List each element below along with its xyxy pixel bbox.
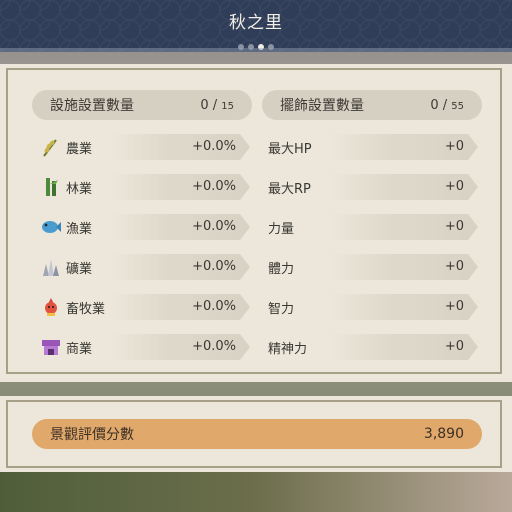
bamboo-icon bbox=[46, 178, 58, 196]
wheat-icon bbox=[43, 139, 57, 157]
landscape-score-label: 景觀評價分數 bbox=[50, 427, 134, 443]
decoration-label: 體力 bbox=[268, 261, 295, 277]
livestock-icon bbox=[45, 298, 57, 316]
fish-icon bbox=[42, 221, 61, 233]
decoration-value: +0 bbox=[444, 299, 464, 314]
facilities-count-value: 0 / 15 bbox=[200, 97, 234, 113]
decoration-row-intelligence: 智力 +0 bbox=[268, 292, 478, 322]
decoration-label: 力量 bbox=[268, 221, 295, 237]
page-dot[interactable] bbox=[238, 44, 244, 50]
decoration-value: +0 bbox=[444, 179, 464, 194]
facility-row-livestock: 畜牧業 +0.0% bbox=[40, 292, 250, 322]
landscape-score-value: 3,890 bbox=[423, 426, 464, 442]
facility-value: +0.0% bbox=[192, 339, 236, 354]
decorations-count-label: 擺飾設置數量 bbox=[280, 98, 364, 114]
decoration-label: 最大HP bbox=[268, 141, 312, 157]
decorations-count-value: 0 / 55 bbox=[430, 97, 464, 113]
background-ground bbox=[0, 472, 512, 512]
decoration-row-max-rp: 最大RP +0 bbox=[268, 172, 478, 202]
decoration-value: +0 bbox=[444, 139, 464, 154]
decoration-row-strength: 力量 +0 bbox=[268, 212, 478, 242]
facility-row-forestry: 林業 +0.0% bbox=[40, 172, 250, 202]
facility-row-mining: 礦業 +0.0% bbox=[40, 252, 250, 282]
decoration-label: 智力 bbox=[268, 301, 295, 317]
facility-row-commerce: 商業 +0.0% bbox=[40, 332, 250, 362]
page-dot[interactable] bbox=[248, 44, 254, 50]
page-dot[interactable] bbox=[268, 44, 274, 50]
decoration-value: +0 bbox=[444, 259, 464, 274]
facility-row-fishery: 漁業 +0.0% bbox=[40, 212, 250, 242]
decoration-row-spirit: 精神力 +0 bbox=[268, 332, 478, 362]
facility-value: +0.0% bbox=[192, 259, 236, 274]
facilities-count-header: 設施設置數量 0 / 15 bbox=[32, 90, 252, 120]
facility-row-agriculture: 農業 +0.0% bbox=[40, 132, 250, 162]
facility-value: +0.0% bbox=[192, 139, 236, 154]
decorations-count-header: 擺飾設置數量 0 / 55 bbox=[262, 90, 482, 120]
facility-value: +0.0% bbox=[192, 179, 236, 194]
landscape-score-pill: 景觀評價分數 3,890 bbox=[32, 419, 482, 449]
facility-label: 農業 bbox=[66, 141, 93, 157]
title-bar: 秋之里 bbox=[0, 0, 512, 52]
decoration-row-vitality: 體力 +0 bbox=[268, 252, 478, 282]
facility-value: +0.0% bbox=[192, 299, 236, 314]
facility-value: +0.0% bbox=[192, 219, 236, 234]
decoration-label: 最大RP bbox=[268, 181, 311, 197]
facility-label: 漁業 bbox=[66, 221, 93, 237]
facility-label: 商業 bbox=[66, 341, 93, 357]
decoration-value: +0 bbox=[444, 219, 464, 234]
facilities-count-label: 設施設置數量 bbox=[50, 98, 134, 114]
shop-icon bbox=[42, 340, 60, 355]
crystal-icon bbox=[43, 259, 59, 276]
decoration-label: 精神力 bbox=[268, 341, 308, 357]
facility-label: 林業 bbox=[66, 181, 93, 197]
decoration-value: +0 bbox=[444, 339, 464, 354]
page-dot-active[interactable] bbox=[258, 44, 264, 50]
facility-label: 畜牧業 bbox=[66, 301, 106, 317]
facility-label: 礦業 bbox=[66, 261, 93, 277]
page-indicator bbox=[238, 44, 274, 50]
page-title: 秋之里 bbox=[229, 13, 283, 33]
decoration-row-max-hp: 最大HP +0 bbox=[268, 132, 478, 162]
